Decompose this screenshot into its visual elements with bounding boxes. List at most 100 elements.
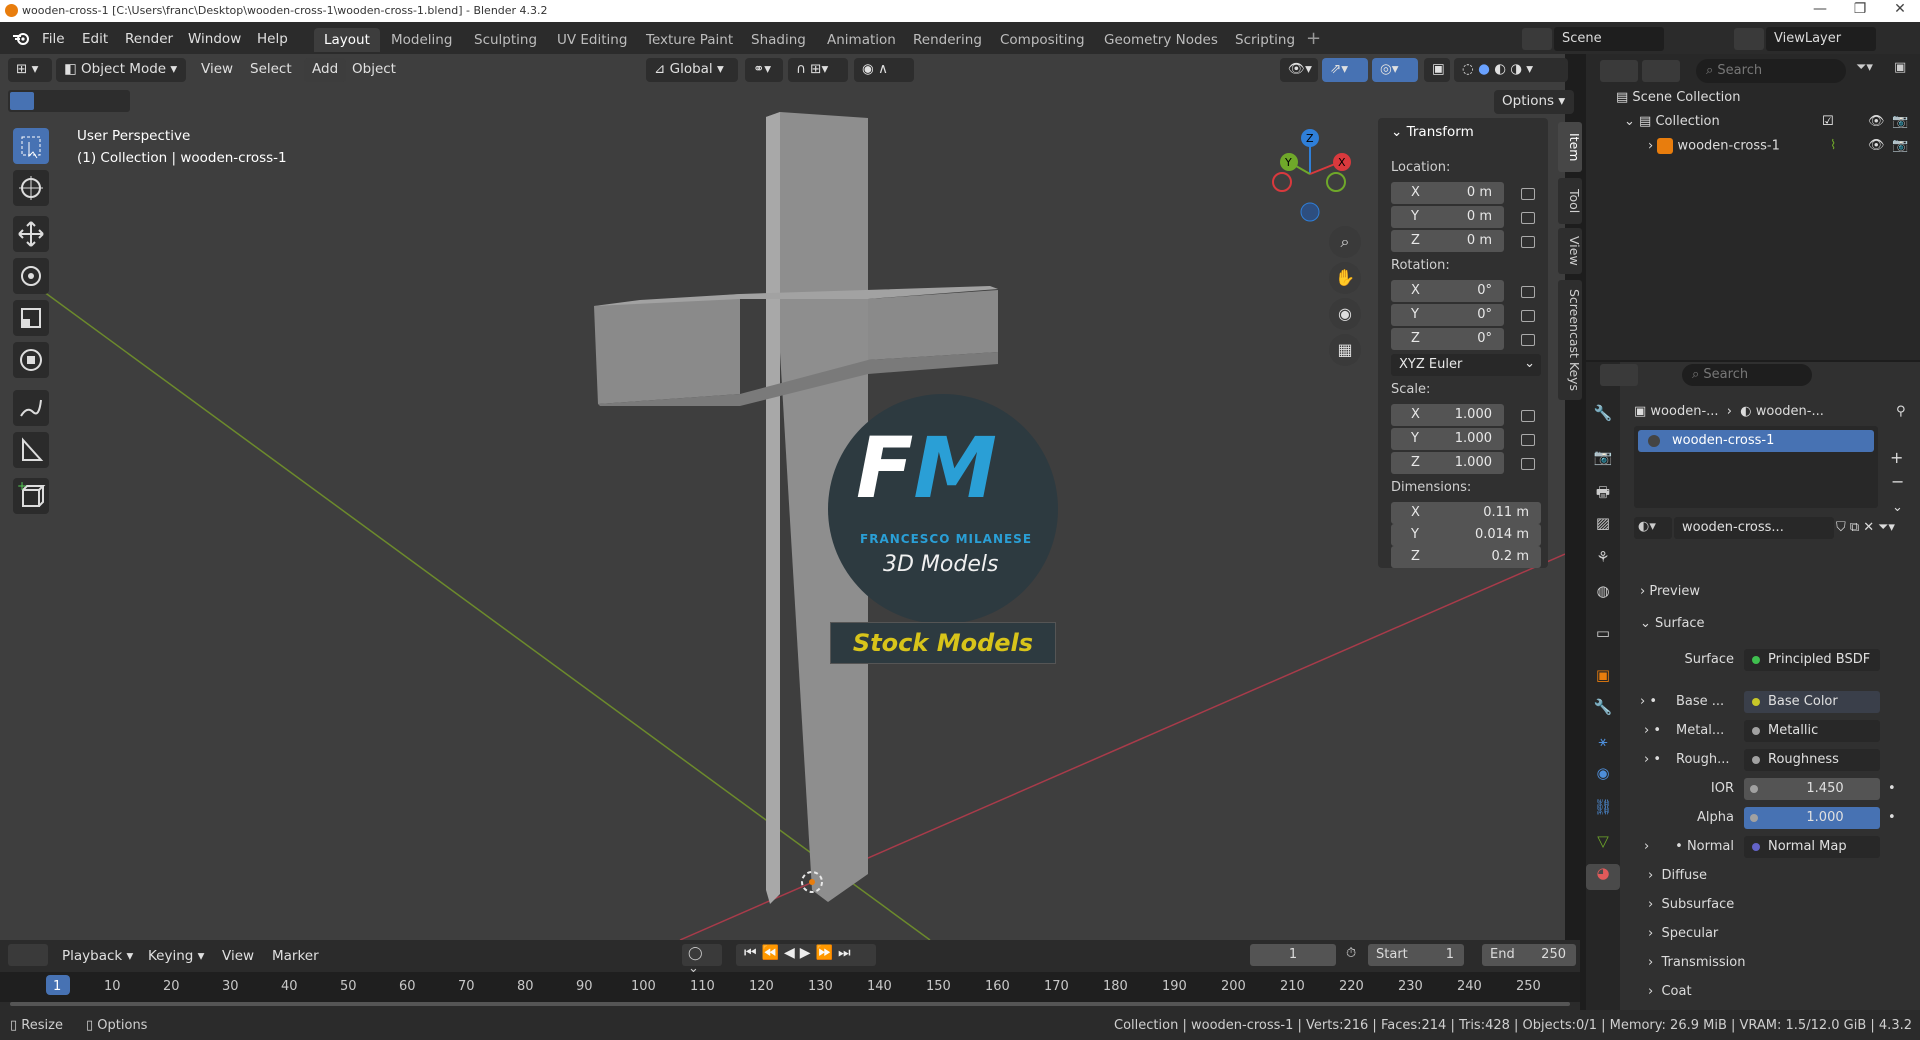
material-browse-icon[interactable]: ◐▾ — [1634, 517, 1672, 539]
camera-view-icon[interactable]: ◉ — [1329, 298, 1361, 330]
specular-subpanel[interactable]: › Specular — [1648, 926, 1718, 941]
ior-field[interactable]: 1.450 — [1744, 778, 1880, 800]
menu-view[interactable]: View — [201, 61, 233, 77]
minimize-icon[interactable]: — — [1800, 1, 1840, 17]
lock-icon[interactable] — [1521, 286, 1535, 298]
selection-mode-buttons[interactable] — [8, 90, 130, 112]
lock-icon[interactable] — [1521, 458, 1535, 470]
select-box-tool[interactable] — [13, 128, 49, 164]
maximize-icon[interactable]: ❐ — [1840, 1, 1880, 17]
tab-tool[interactable]: Tool — [1558, 178, 1582, 224]
diffuse-subpanel[interactable]: › Diffuse — [1648, 868, 1707, 883]
scene-icon[interactable]: ⚘ — [1586, 548, 1620, 574]
outliner-scene-collection[interactable]: ▤ Scene Collection — [1616, 90, 1741, 105]
timeline-scrollbar[interactable] — [10, 1002, 1570, 1006]
tool-settings-icon[interactable]: 🔧 — [1586, 404, 1620, 430]
overlay-toggle-icon[interactable]: ◎▾ — [1372, 58, 1418, 82]
rotation-x-field[interactable]: X 0° — [1391, 280, 1504, 302]
mode-dropdown[interactable]: ◧ Object Mode ▾ — [56, 58, 186, 82]
annotate-tool[interactable] — [13, 390, 49, 426]
gizmo-toggle-icon[interactable]: ⇗▾ — [1322, 58, 1368, 82]
scale-z-field[interactable]: Z 1.000 — [1391, 452, 1504, 474]
collection-checkbox-icon[interactable]: ☑ — [1822, 114, 1834, 129]
zoom-icon[interactable]: ⌕ — [1329, 226, 1361, 258]
editor-type-icon[interactable]: ⊞ ▾ — [8, 58, 52, 82]
transform-orientation-dropdown[interactable]: ⊿ Global ▾ — [646, 58, 738, 82]
outliner-collection[interactable]: ⌄ ▤ Collection — [1624, 114, 1720, 129]
particles-icon[interactable]: ⚹ — [1586, 732, 1620, 758]
rotation-mode-dropdown[interactable]: XYZ Euler ⌄ — [1391, 354, 1541, 376]
menu-timeline-view[interactable]: View — [222, 948, 254, 964]
output-icon[interactable]: 🖶 — [1586, 482, 1620, 508]
menu-marker[interactable]: Marker — [272, 948, 319, 964]
constraints-icon[interactable]: ⛓ — [1586, 798, 1620, 824]
snap-icon[interactable]: ∩ ⊞▾ — [788, 58, 848, 82]
remove-slot-icon[interactable]: − — [1891, 472, 1904, 491]
menu-file[interactable]: File — [42, 31, 65, 47]
render-icon[interactable]: 📷 — [1586, 448, 1620, 474]
tab-animation[interactable]: Animation — [817, 28, 906, 52]
outliner-search-input[interactable]: ⌕ Search — [1696, 59, 1846, 83]
world-icon[interactable]: ◍ — [1586, 582, 1620, 608]
scene-name-field[interactable]: Scene — [1554, 27, 1664, 51]
menu-select[interactable]: Select — [250, 61, 292, 77]
transmission-subpanel[interactable]: › Transmission — [1648, 955, 1745, 970]
tab-geometry-nodes[interactable]: Geometry Nodes — [1094, 28, 1228, 52]
menu-keying[interactable]: Keying ▾ — [148, 948, 204, 964]
add-workspace-icon[interactable]: + — [1306, 28, 1321, 49]
collection-props-icon[interactable]: ▭ — [1586, 624, 1620, 650]
properties-editor-type-icon[interactable] — [1600, 364, 1638, 386]
material-slot-item[interactable]: wooden-cross-1 — [1638, 430, 1874, 452]
location-z-field[interactable]: Z 0 m — [1391, 230, 1504, 252]
data-icon[interactable]: ▽ — [1586, 832, 1620, 858]
dimension-y-field[interactable]: Y 0.014 m — [1391, 524, 1541, 546]
tab-shading[interactable]: Shading — [741, 28, 816, 52]
scale-x-field[interactable]: X 1.000 — [1391, 404, 1504, 426]
menu-edit[interactable]: Edit — [82, 31, 108, 47]
lock-icon[interactable] — [1521, 434, 1535, 446]
xray-icon[interactable]: ▣ — [1424, 58, 1450, 82]
pin-icon[interactable]: ⚲ — [1896, 404, 1906, 419]
proportional-edit-icon[interactable]: ◉ ∧ — [854, 58, 914, 82]
tab-view[interactable]: View — [1558, 228, 1582, 274]
eye-icon[interactable]: 👁 — [1868, 114, 1885, 129]
scale-y-field[interactable]: Y 1.000 — [1391, 428, 1504, 450]
eye-icon[interactable]: 👁 — [1868, 138, 1885, 153]
metallic-field[interactable]: Metallic — [1744, 720, 1880, 742]
tab-rendering[interactable]: Rendering — [903, 28, 992, 52]
rotation-y-field[interactable]: Y 0° — [1391, 304, 1504, 326]
scale-tool[interactable] — [13, 300, 49, 336]
menu-object[interactable]: Object — [352, 61, 396, 77]
expand-icon[interactable]: › • — [1644, 752, 1661, 767]
tab-screencast-keys[interactable]: Screencast Keys — [1558, 280, 1582, 400]
dimension-x-field[interactable]: X 0.11 m — [1391, 502, 1541, 524]
material-slot-list[interactable]: wooden-cross-1 — [1634, 426, 1878, 508]
new-collection-icon[interactable]: ▣ — [1894, 60, 1916, 82]
camera-render-icon[interactable]: 📷 — [1892, 138, 1908, 153]
outliner-object[interactable]: › wooden-cross-1 — [1648, 138, 1780, 154]
tab-layout[interactable]: Layout — [314, 28, 380, 52]
transform-tool[interactable] — [13, 342, 49, 378]
perspective-grid-icon[interactable]: ▦ — [1329, 334, 1361, 366]
lock-icon[interactable] — [1521, 212, 1535, 224]
rotation-z-field[interactable]: Z 0° — [1391, 328, 1504, 350]
visibility-icon[interactable]: 👁▾ — [1280, 58, 1318, 82]
physics-icon[interactable]: ◉ — [1586, 764, 1620, 790]
keyframe-dot-icon[interactable]: • — [1888, 810, 1896, 825]
material-props-icon[interactable]: ◕ — [1586, 864, 1620, 890]
menu-help[interactable]: Help — [257, 31, 288, 47]
end-frame-field[interactable]: End 250 — [1482, 944, 1576, 966]
roughness-field[interactable]: Roughness — [1744, 749, 1880, 771]
menu-window[interactable]: Window — [188, 31, 241, 47]
display-mode-icon[interactable] — [1642, 60, 1680, 82]
menu-render[interactable]: Render — [125, 31, 173, 47]
outliner-editor-type-icon[interactable] — [1600, 60, 1638, 82]
surface-section-header[interactable]: ⌄ Surface — [1640, 616, 1705, 631]
measure-tool[interactable] — [13, 432, 49, 468]
3d-viewport[interactable]: FM FRANCESCO MILANESE 3D Models Stock Mo… — [0, 54, 1565, 940]
lock-icon[interactable] — [1521, 334, 1535, 346]
tab-uv-editing[interactable]: UV Editing — [547, 28, 637, 52]
cursor-tool[interactable] — [13, 170, 49, 206]
navigation-gizmo[interactable]: Z X Y — [1262, 126, 1358, 236]
pan-hand-icon[interactable]: ✋ — [1329, 262, 1361, 294]
